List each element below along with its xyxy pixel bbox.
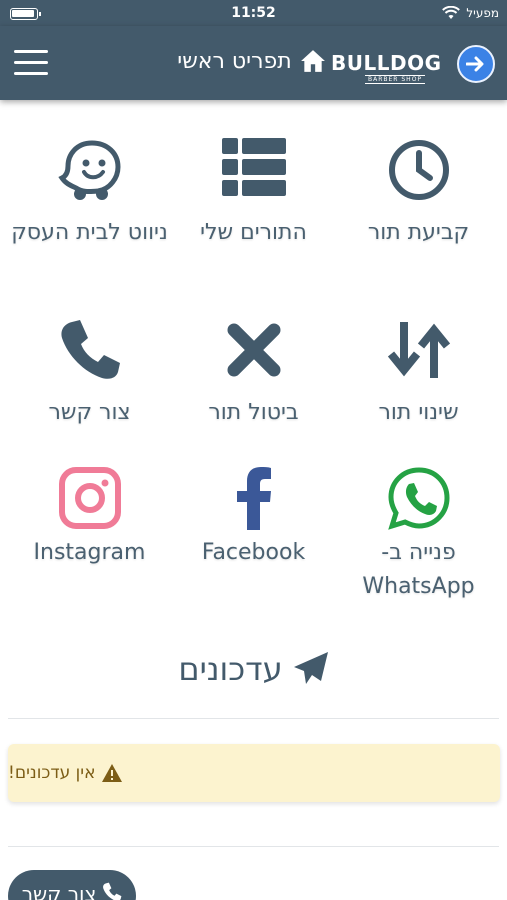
tile-label: פנייה ב- WhatsApp <box>362 540 475 599</box>
x-icon <box>227 323 280 377</box>
whatsapp-icon <box>387 467 450 530</box>
updates-heading: עדכונים <box>0 650 507 688</box>
contact-us-label: צור קשר <box>21 882 97 900</box>
tile-label: ניווט לבית העסק <box>11 220 168 245</box>
status-time: 11:52 <box>231 5 276 21</box>
tile-label: Instagram <box>33 540 146 565</box>
paper-plane-icon <box>293 652 328 684</box>
no-updates-alert: אין עדכונים! <box>8 744 500 802</box>
tile-contact[interactable]: צור קשר <box>5 318 174 430</box>
tile-label: שינוי תור <box>378 400 459 425</box>
status-bar: 11:52 מפעיל <box>0 0 507 26</box>
carrier-label: מפעיל <box>466 6 499 20</box>
warning-icon <box>102 764 123 782</box>
logo-subtext: BARBER SHOP <box>365 75 426 84</box>
phone-icon <box>103 882 122 900</box>
tile-facebook[interactable]: Facebook <box>169 466 338 570</box>
clock-icon <box>388 140 449 200</box>
list-icon <box>221 138 286 196</box>
bulldog-logo: BULLDOG BARBER SHOP <box>331 38 449 90</box>
tile-book-appointment[interactable]: קביעת תור <box>334 138 503 250</box>
divider <box>8 718 499 719</box>
sort-arrows-icon <box>387 322 450 378</box>
tile-instagram[interactable]: Instagram <box>5 466 174 570</box>
tile-change-appointment[interactable]: שינוי תור <box>334 318 503 430</box>
phone-icon <box>60 320 120 379</box>
logo-text: BULLDOG <box>331 51 442 75</box>
contact-us-button[interactable]: צור קשר <box>8 870 136 900</box>
arrow-right-icon <box>466 56 484 72</box>
forward-button[interactable] <box>457 45 495 83</box>
tile-label: צור קשר <box>48 400 131 425</box>
tile-whatsapp[interactable]: פנייה ב- WhatsApp <box>334 466 503 604</box>
waze-icon <box>57 140 121 200</box>
wifi-icon <box>442 6 461 19</box>
tile-label: Facebook <box>201 540 306 565</box>
tile-label: התורים שלי <box>200 220 307 245</box>
status-carrier: מפעיל <box>442 6 499 20</box>
tile-label: ביטול תור <box>208 400 299 425</box>
home-icon <box>300 50 325 72</box>
facebook-icon <box>236 467 271 530</box>
tile-navigate[interactable]: ניווט לבית העסק <box>5 138 174 250</box>
divider <box>8 846 499 847</box>
page-title-text: תפריט ראשי <box>177 48 292 74</box>
tile-my-appointments[interactable]: התורים שלי <box>169 138 338 250</box>
updates-title: עדכונים <box>178 650 283 688</box>
tile-cancel-appointment[interactable]: ביטול תור <box>169 318 338 430</box>
no-updates-text: אין עדכונים! <box>8 763 96 783</box>
app-header: תפריט ראשי BULLDOG BARBER SHOP <box>0 26 507 100</box>
tile-label: קביעת תור <box>367 220 470 245</box>
instagram-icon <box>58 467 121 529</box>
